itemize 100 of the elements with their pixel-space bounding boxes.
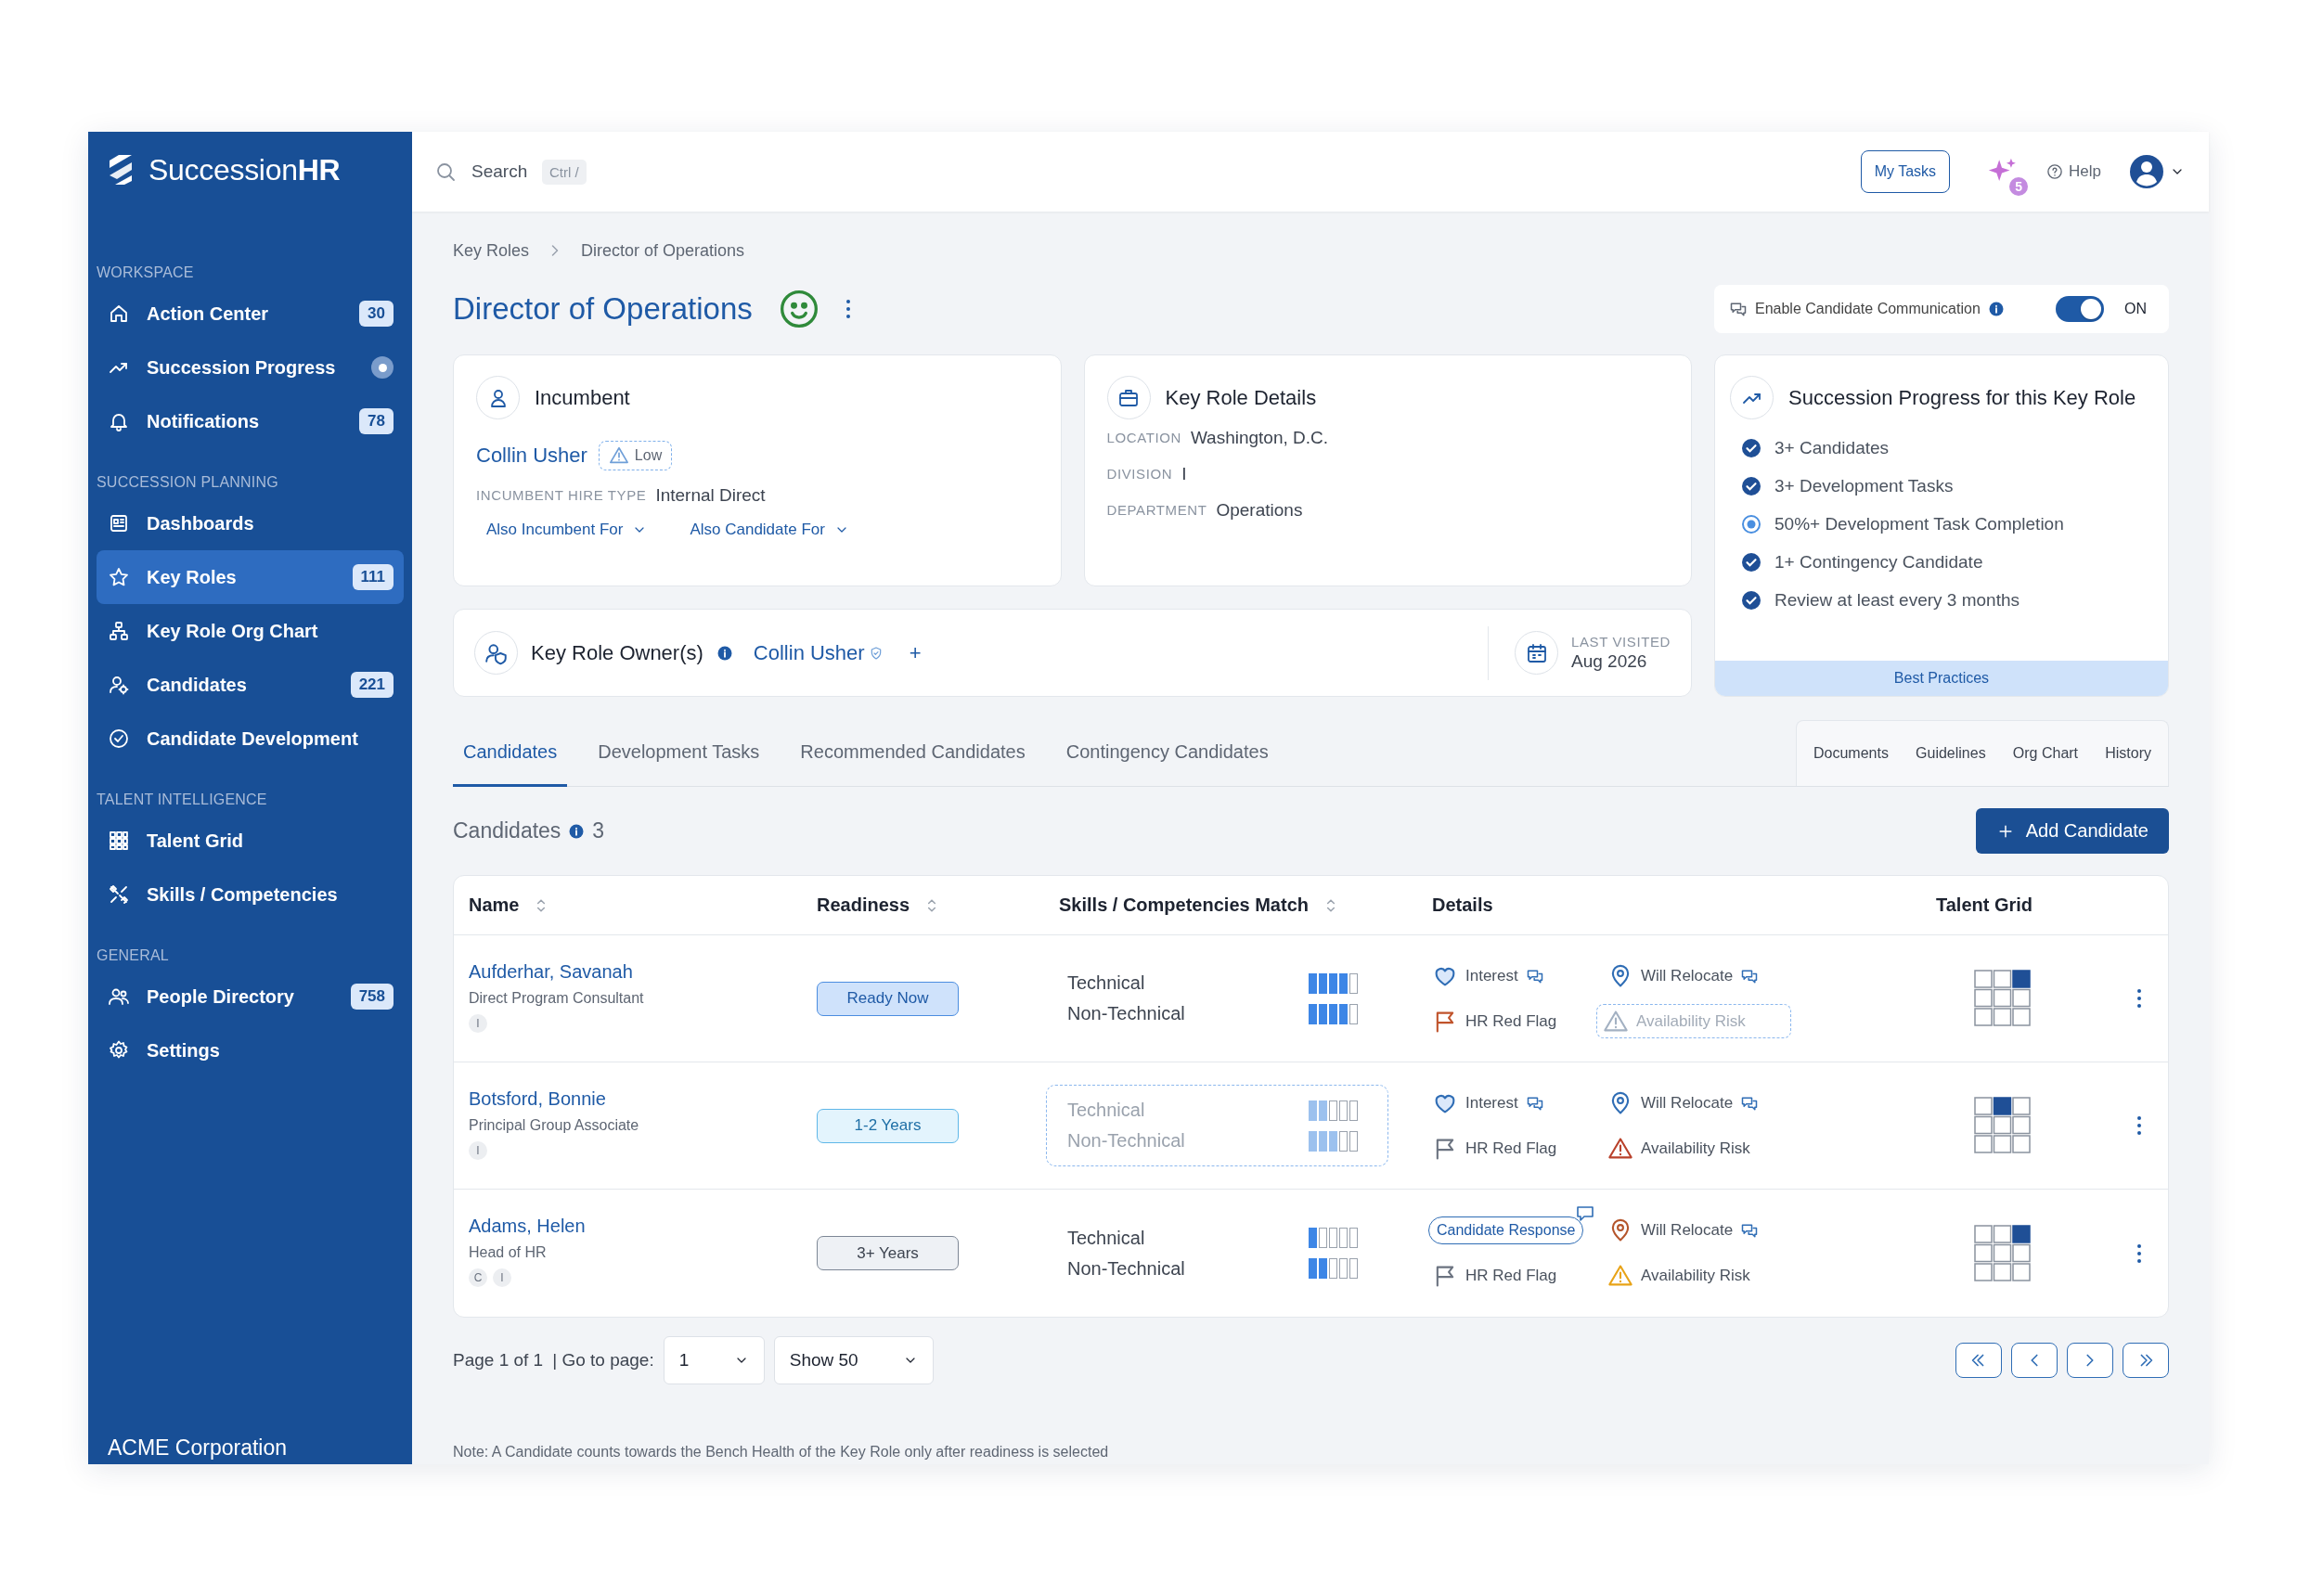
info-icon — [1987, 301, 2005, 317]
column-header: Talent Grid — [1936, 895, 2034, 916]
tab[interactable]: Candidates — [453, 720, 568, 787]
grid-icon — [108, 830, 130, 852]
search-field[interactable]: Search — [471, 161, 533, 182]
progress-item: 50%+ Development Task Completion — [1774, 513, 2064, 534]
skill-label: Non-Technical — [1067, 1129, 1186, 1152]
nav-item[interactable]: Settings — [97, 1023, 404, 1077]
candidate-name[interactable]: Adams, Helen — [469, 1216, 586, 1237]
progress-item: Review at least every 3 months — [1774, 589, 2020, 611]
candidate-name[interactable]: Aufderhar, Savanah — [469, 961, 633, 983]
section-label: SUCCESSION PLANNING — [97, 473, 279, 492]
next-page-button[interactable] — [2067, 1343, 2113, 1378]
count-badge: 111 — [352, 564, 394, 590]
person-gear-icon — [108, 674, 130, 696]
detail-label: Availability Risk — [1641, 1139, 1750, 1158]
count-badge: 30 — [359, 301, 394, 327]
side-link[interactable]: Org Chart — [2012, 745, 2079, 762]
nav-item[interactable]: Key Roles 111 — [97, 550, 404, 604]
field-label: DIVISION — [1106, 466, 1173, 482]
skill-label: Technical — [1067, 972, 1146, 995]
incumbent-name[interactable]: Collin Usher — [476, 444, 587, 468]
nav-item[interactable]: Succession Progress — [97, 341, 404, 394]
my-tasks-button[interactable]: My Tasks — [1860, 150, 1951, 193]
side-link[interactable]: History — [2105, 745, 2151, 762]
section-title: Candidates — [453, 818, 561, 843]
dropdown-link[interactable]: Also Candidate For — [690, 521, 849, 539]
tab[interactable]: Recommended Candidates — [790, 720, 1036, 787]
field-value: Washington, D.C. — [1190, 427, 1329, 448]
more-button[interactable] — [2136, 1115, 2142, 1136]
tag-badge: I — [493, 1268, 511, 1287]
candidate-title: Principal Group Associate — [469, 1117, 639, 1134]
readiness-badge[interactable]: 1-2 Years — [817, 1108, 959, 1143]
nav-item[interactable]: Skills / Competencies — [97, 868, 404, 921]
speech-bubble-icon — [1576, 1204, 1595, 1222]
last-page-button[interactable] — [2123, 1343, 2169, 1378]
detail-label: HR Red Flag — [1465, 1267, 1557, 1285]
nav-item[interactable]: Notifications 78 — [97, 394, 404, 448]
tab[interactable]: Development Tasks — [587, 720, 770, 787]
nav-item[interactable]: Talent Grid — [97, 814, 404, 868]
count-badge: 758 — [350, 984, 394, 1010]
candidate-name[interactable]: Botsford, Bonnie — [469, 1088, 606, 1110]
field-value: Aug 2026 — [1571, 651, 1648, 672]
skill-label: Technical — [1067, 1099, 1146, 1122]
more-icon — [2136, 988, 2142, 1009]
readiness-badge[interactable]: Ready Now — [817, 981, 959, 1016]
field-label: LOCATION — [1106, 430, 1181, 445]
detail-label: Will Relocate — [1641, 966, 1734, 985]
first-page-button[interactable] — [1955, 1343, 2002, 1378]
page-title: Director of Operations — [453, 291, 753, 327]
avatar-icon — [2129, 154, 2164, 189]
column-header: Details — [1432, 895, 1494, 916]
nav-item[interactable]: Action Center 30 — [97, 287, 404, 341]
toggle-label: Enable Candidate Communication — [1755, 301, 1981, 317]
nav-item[interactable]: Candidate Development — [97, 712, 404, 766]
page-select[interactable]: 1 — [663, 1336, 765, 1384]
candidate-count: 3 — [592, 818, 605, 843]
tag-badge: I — [469, 1014, 487, 1033]
brand-name: SuccessionHR — [148, 152, 341, 187]
more-button[interactable] — [845, 299, 851, 319]
talent-grid-icon — [1974, 1097, 2032, 1154]
talent-grid-icon — [1974, 1224, 2032, 1282]
detail-label: Will Relocate — [1641, 1093, 1734, 1113]
side-link[interactable]: Guidelines — [1916, 745, 1986, 762]
best-practices-link[interactable]: Best Practices — [1715, 661, 2168, 696]
help-link[interactable]: Help — [2046, 162, 2101, 181]
info-icon — [716, 644, 733, 662]
nav-item[interactable]: Key Role Org Chart — [97, 604, 404, 658]
field-label: LAST VISITED — [1571, 634, 1671, 650]
column-header[interactable]: Readiness — [817, 895, 1059, 916]
shortcut-hint: Ctrl / — [542, 159, 587, 185]
owner-name[interactable]: Collin Usher — [753, 640, 865, 665]
previous-page-button[interactable] — [2011, 1343, 2058, 1378]
tag-badge: I — [469, 1141, 487, 1160]
section-label: WORKSPACE — [97, 264, 195, 282]
add-owner-button[interactable]: + — [909, 640, 922, 665]
tab[interactable]: Contingency Candidates — [1055, 720, 1279, 787]
detail-label: HR Red Flag — [1465, 1139, 1557, 1158]
skill-label: Non-Technical — [1067, 1002, 1186, 1025]
count-badge: 5 — [2009, 177, 2029, 196]
card-title: Incumbent — [535, 385, 630, 410]
search-icon — [434, 161, 457, 183]
more-icon — [2136, 1242, 2142, 1264]
column-header[interactable]: Skills / Competencies Match — [1059, 895, 1432, 916]
nav-item[interactable]: People Directory 758 — [97, 970, 404, 1023]
column-header[interactable]: Name — [469, 895, 817, 916]
page-size-select[interactable]: Show 50 — [773, 1336, 934, 1384]
more-button[interactable] — [2136, 1242, 2142, 1264]
tag-badge: C — [469, 1268, 487, 1287]
more-button[interactable] — [2136, 988, 2142, 1009]
candidate-title: Direct Program Consultant — [469, 990, 644, 1007]
add-candidate-button[interactable]: Add Candidate — [1975, 808, 2169, 854]
nav-item[interactable]: Dashboards — [97, 496, 404, 550]
breadcrumb-link[interactable]: Key Roles — [453, 240, 530, 261]
side-link[interactable]: Documents — [1813, 745, 1889, 762]
section-label: TALENT INTELLIGENCE — [97, 791, 268, 809]
nav-item[interactable]: Candidates 221 — [97, 658, 404, 712]
readiness-badge[interactable]: 3+ Years — [817, 1236, 959, 1270]
dropdown-link[interactable]: Also Incumbent For — [486, 521, 648, 539]
toggle-switch[interactable] — [2056, 296, 2104, 322]
